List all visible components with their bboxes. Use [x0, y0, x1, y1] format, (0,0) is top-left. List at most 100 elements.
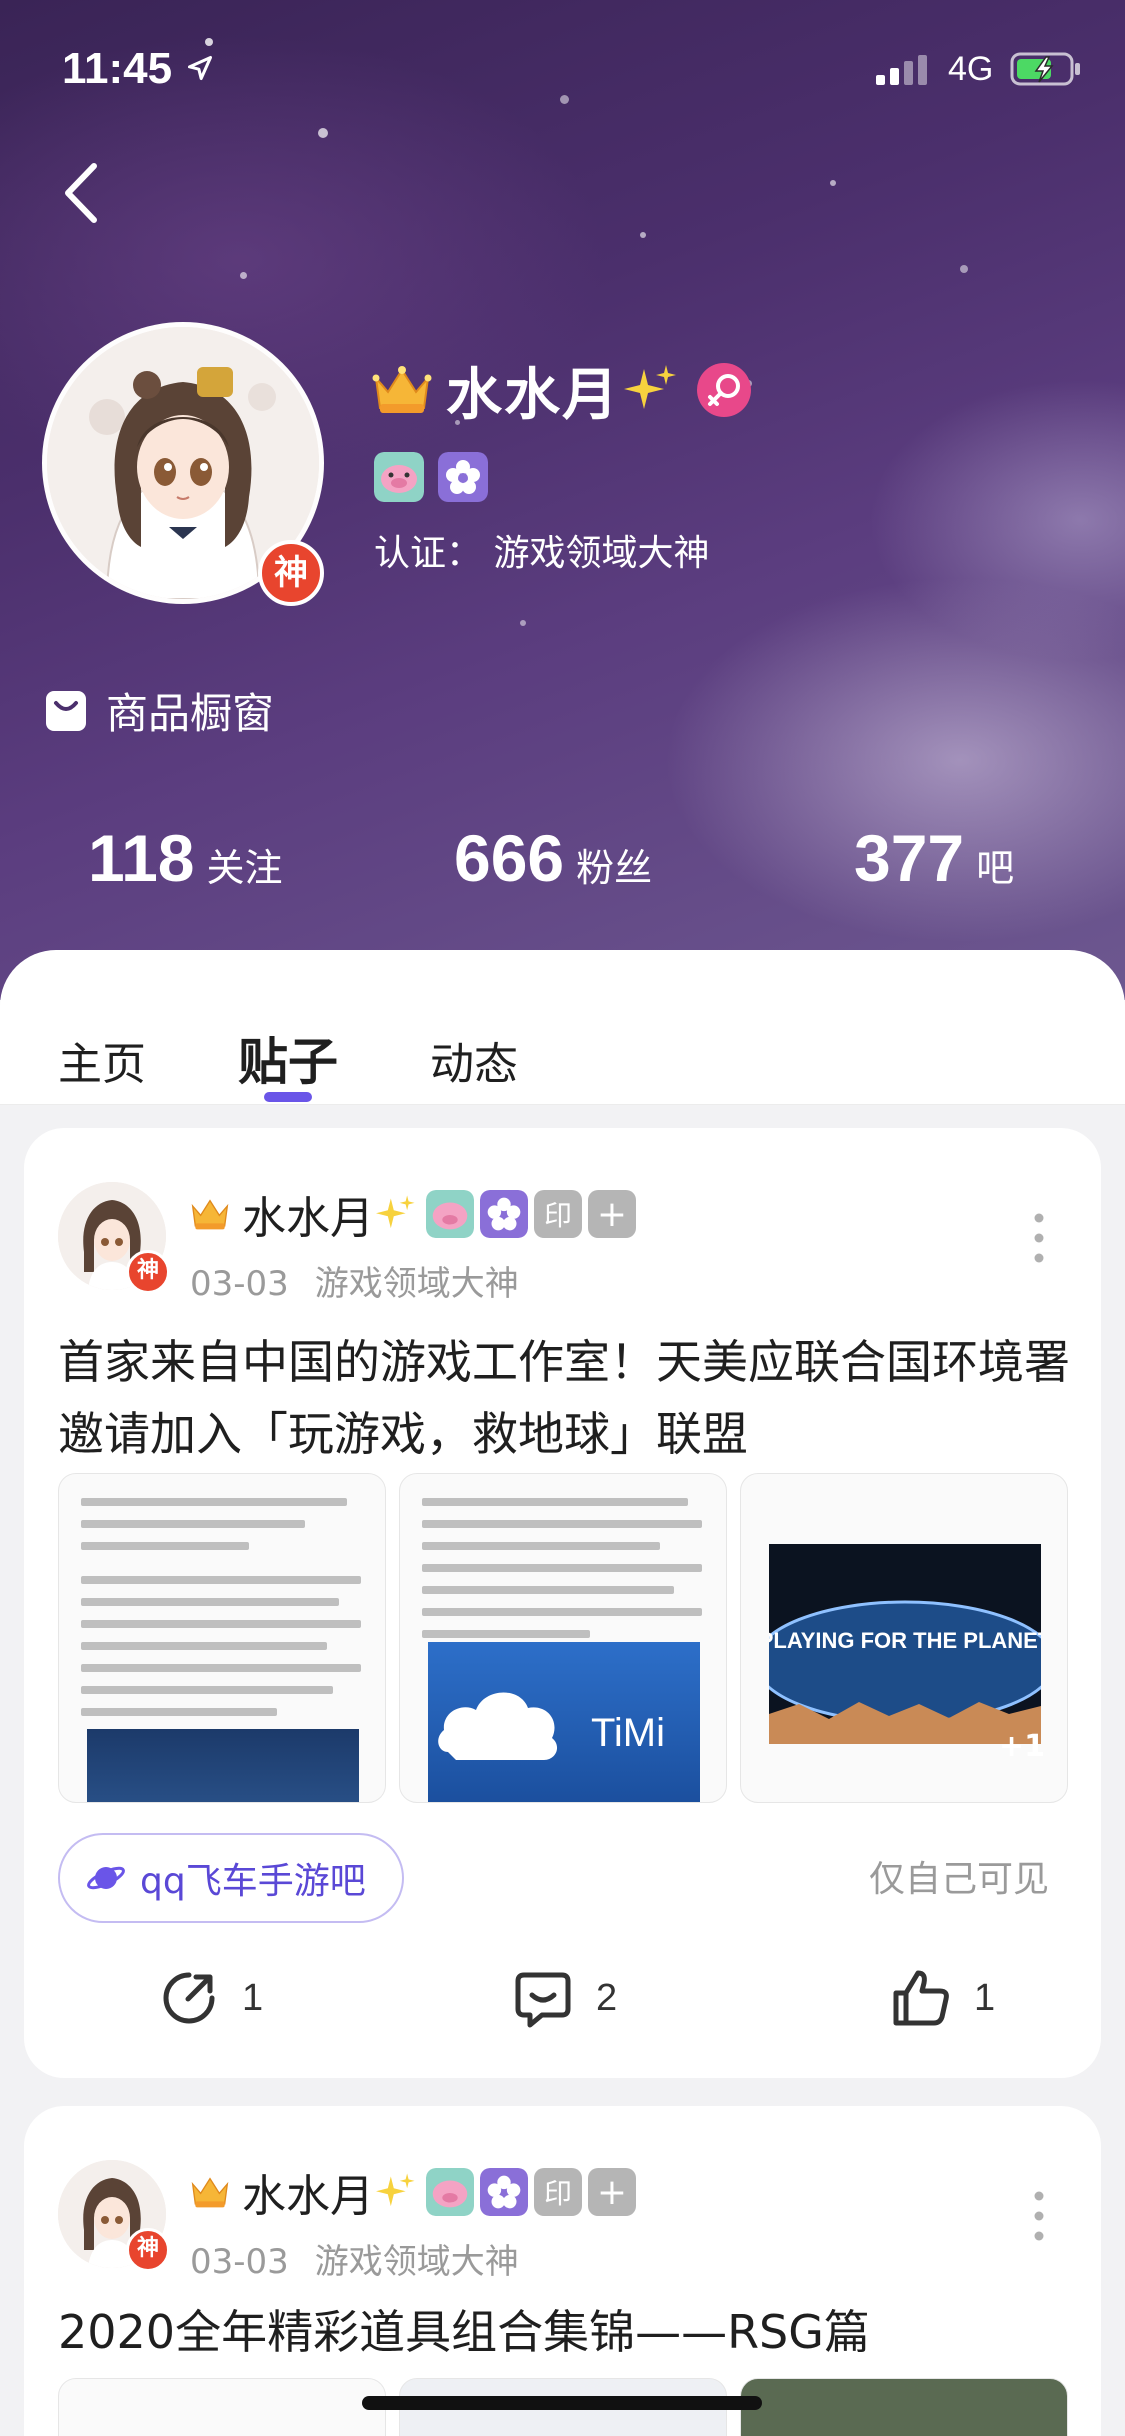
thumb-logo-text: TiMi	[591, 1711, 665, 1755]
crown-vip-icon	[191, 1199, 229, 1230]
star-decoration	[830, 180, 836, 186]
author-tag: 游戏领域大神	[314, 2242, 519, 2282]
comment-button[interactable]: 2	[512, 1948, 617, 2048]
plus-badge: +	[588, 2168, 636, 2216]
seal-badge: 印	[534, 1190, 582, 1238]
profile-stats: 118 关注 666 粉丝 377 吧	[0, 820, 1125, 910]
star-decoration	[520, 620, 526, 626]
plus-badge: +	[588, 1190, 636, 1238]
stat-label: 粉丝	[576, 846, 653, 890]
verification-text: 认证： 游戏领域大神	[374, 533, 710, 574]
profile-name-row: 水水月	[372, 350, 752, 430]
seal-badge: 印	[534, 2168, 582, 2216]
battery-charging-icon	[1010, 52, 1080, 86]
god-badge: 神	[258, 540, 324, 606]
comment-count: 2	[596, 1976, 618, 2019]
stat-label: 关注	[206, 846, 283, 890]
post-image[interactable]	[58, 1473, 386, 1803]
like-button[interactable]: 1	[890, 1948, 995, 2048]
network-type: 4G	[948, 50, 994, 88]
status-time: 11:45	[62, 44, 173, 93]
god-badge: 神	[126, 2228, 170, 2272]
comment-icon	[515, 1972, 571, 2028]
stat-forums[interactable]: 377 吧	[854, 820, 1014, 896]
flower-badge-icon	[480, 2168, 528, 2216]
sparkle-icon	[624, 365, 676, 409]
author-tag: 游戏领域大神	[314, 1264, 519, 1304]
post-image[interactable]: PLAYING FOR THE PLANET +1	[740, 1473, 1068, 1803]
author-name[interactable]: 水水月	[242, 2160, 374, 2224]
signal-icon	[876, 55, 927, 85]
thumb-photo: TiMi	[428, 1642, 700, 1802]
thumb-photo: PLAYING FOR THE PLANET	[753, 1544, 1057, 1744]
thumb-text-lines	[422, 1484, 702, 1638]
thumbs-up-icon	[893, 1970, 949, 2026]
shop-window-link[interactable]: 商品橱窗	[44, 680, 274, 741]
stat-value: 666	[454, 821, 565, 895]
star-decoration	[640, 232, 646, 238]
post-image[interactable]	[58, 2378, 386, 2436]
stat-value: 118	[88, 821, 195, 895]
pig-badge-icon[interactable]	[374, 452, 424, 502]
crown-vip-icon	[372, 366, 432, 413]
post-meta: 03-03 游戏领域大神	[190, 2234, 519, 2283]
timi-cloud-logo: TiMi	[438, 1692, 665, 1760]
star-decoration	[240, 272, 247, 279]
post-image[interactable]	[740, 2378, 1068, 2436]
thumb-text-lines	[81, 1484, 361, 1716]
more-options-button[interactable]	[1029, 1210, 1049, 1266]
stat-following[interactable]: 118 关注	[88, 820, 283, 896]
flower-badge-icon	[480, 1190, 528, 1238]
tab-activity[interactable]: 动态	[430, 1028, 518, 1092]
planet-icon	[87, 1866, 125, 1890]
earth-poster: PLAYING FOR THE PLANET	[753, 1600, 1057, 1744]
post-image[interactable]: TiMi	[399, 1473, 727, 1803]
pig-badge-icon	[426, 1190, 474, 1238]
shop-window-label: 商品橱窗	[106, 689, 275, 738]
tab-posts[interactable]: 贴子	[238, 1022, 338, 1094]
post-title[interactable]: 首家来自中国的游戏工作室！天美应联合国环境署邀请加入「玩游戏，救地球」联盟	[58, 1326, 1078, 1470]
post-meta: 03-03 游戏领域大神	[190, 1256, 519, 1305]
home-indicator	[362, 2396, 762, 2410]
forum-tag[interactable]: qq飞车手游吧	[58, 1833, 404, 1923]
post-title[interactable]: 2020全年精彩道具组合集锦——RSG篇	[58, 2296, 1078, 2368]
crown-vip-icon	[191, 2177, 229, 2208]
stat-followers[interactable]: 666 粉丝	[454, 820, 652, 896]
active-tab-indicator	[264, 1092, 312, 1102]
flower-badge-icon[interactable]	[438, 452, 488, 502]
forward-count: 1	[242, 1976, 264, 2019]
visibility-label: 仅自己可见	[868, 1859, 1049, 1900]
profile-header: 11:45 4G 神 水水月 认证： 游戏领域大神 商品橱窗 118 关注 66…	[0, 0, 1125, 1000]
post-images: TiMi PLAYING FOR THE PLANET +1	[58, 1473, 1068, 1803]
stat-value: 377	[854, 821, 965, 895]
more-options-button[interactable]	[1029, 2188, 1049, 2244]
author-name[interactable]: 水水月	[242, 1182, 374, 1246]
profile-name: 水水月	[446, 362, 620, 428]
post-card[interactable]: 神 水水月 印 + 03-03 游戏领域大神 2020全年精彩道具组合集锦——RS…	[24, 2106, 1101, 2436]
post-actions: 1 2 1	[24, 1948, 1101, 2068]
author-row: 水水月 印 +	[190, 2164, 642, 2222]
god-badge: 神	[126, 1250, 170, 1294]
sparkle-icon	[376, 2173, 415, 2207]
share-icon	[163, 1972, 215, 2024]
star-decoration	[960, 265, 968, 273]
author-row: 水水月 印 +	[190, 1186, 642, 1244]
sparkle-icon	[376, 1195, 415, 1229]
female-gender-icon	[697, 363, 751, 417]
post-card[interactable]: 神 水水月 印 + 03-03 游戏领域大神 首家来自中国的游戏工作室！天美应联合…	[24, 1128, 1101, 2078]
shop-bag-icon	[46, 690, 86, 731]
profile-badges	[374, 452, 502, 502]
more-images-count: +1	[998, 1729, 1045, 1764]
post-date: 03-03	[190, 2242, 289, 2282]
tab-bar: 主页 贴子 动态	[0, 950, 1125, 1105]
back-button[interactable]	[56, 158, 106, 228]
poster-heading: PLAYING FOR THE PLANET	[769, 1628, 1041, 1653]
forum-name: qq飞车手游吧	[140, 1861, 366, 1902]
thumb-photo	[87, 1729, 359, 1802]
pig-badge-icon	[426, 2168, 474, 2216]
location-arrow-icon	[187, 55, 213, 81]
stat-label: 吧	[976, 846, 1015, 890]
post-date: 03-03	[190, 1264, 289, 1304]
forward-button[interactable]: 1	[158, 1948, 263, 2048]
tab-home[interactable]: 主页	[58, 1028, 146, 1092]
